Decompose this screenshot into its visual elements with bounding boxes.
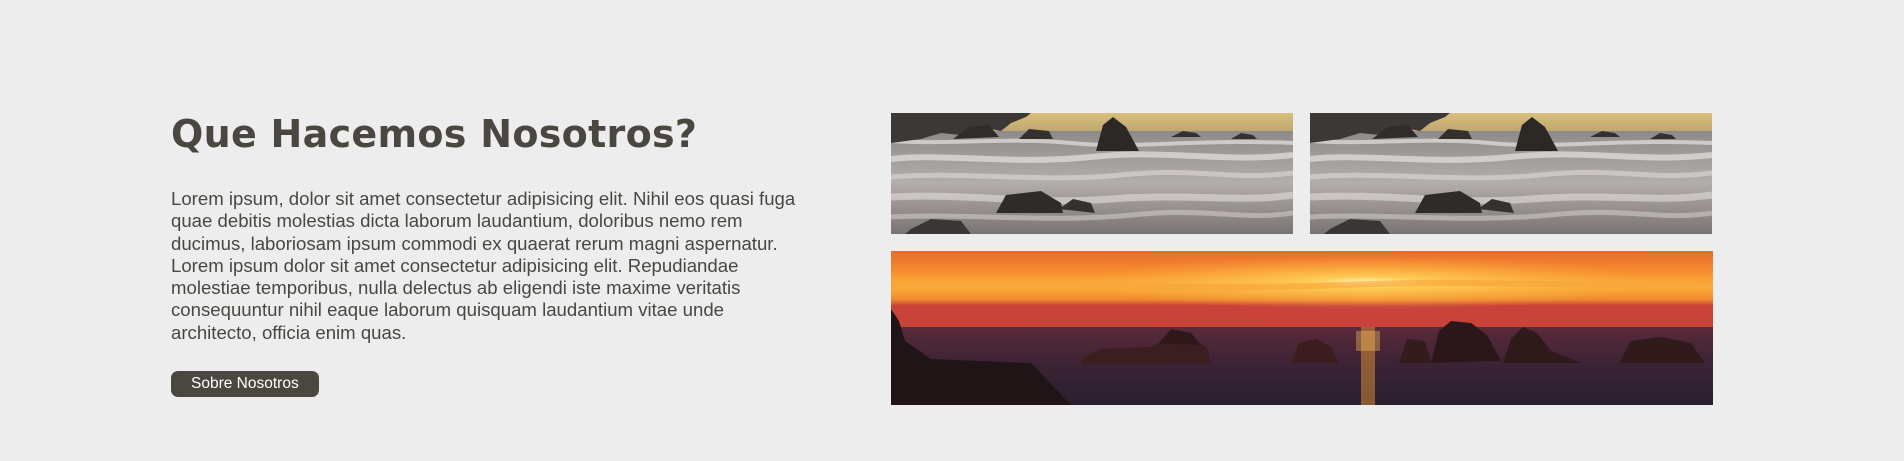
gallery-image-beach-2 — [1310, 113, 1712, 234]
gallery-image-sunset — [891, 251, 1713, 405]
gallery-image-beach-1 — [891, 113, 1293, 234]
about-section: Que Hacemos Nosotros? Lorem ipsum, dolor… — [0, 0, 1904, 461]
section-title: Que Hacemos Nosotros? — [171, 112, 698, 156]
section-paragraph: Lorem ipsum, dolor sit amet consectetur … — [171, 188, 796, 343]
about-us-button[interactable]: Sobre Nosotros — [171, 371, 319, 398]
about-text-column: Que Hacemos Nosotros? Lorem ipsum, dolor… — [171, 108, 796, 398]
